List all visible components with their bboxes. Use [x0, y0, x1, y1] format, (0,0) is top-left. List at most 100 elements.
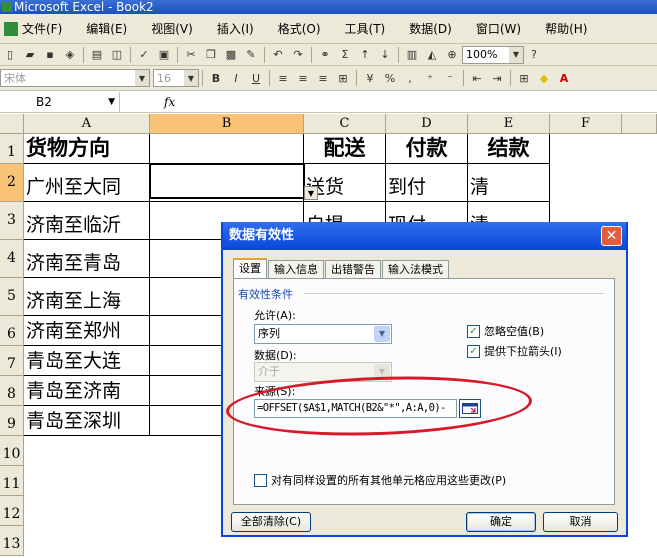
permission-icon[interactable]: ◈ — [61, 46, 79, 64]
copy-icon[interactable]: ❐ — [202, 46, 220, 64]
column-header-d[interactable]: D — [386, 114, 468, 134]
save-icon[interactable]: ▪ — [41, 46, 59, 64]
paste-icon[interactable]: ▩ — [222, 46, 240, 64]
row-header-7[interactable]: 7 — [0, 346, 24, 376]
column-header-g[interactable] — [622, 114, 657, 134]
cell-a3[interactable]: 济南至临沂 — [24, 202, 150, 240]
row-header-4[interactable]: 4 — [0, 240, 24, 278]
tab-ime-mode[interactable]: 输入法模式 — [382, 260, 449, 278]
menu-view[interactable]: 视图(V) — [151, 20, 193, 37]
font-color-icon[interactable]: A — [555, 69, 573, 87]
chevron-down-icon[interactable]: ▼ — [135, 70, 149, 86]
workbook-icon[interactable] — [4, 21, 18, 36]
chevron-down-icon[interactable]: ▼ — [374, 326, 390, 342]
cell-dropdown-button[interactable]: ▼ — [304, 186, 318, 200]
align-left-icon[interactable]: ≡ — [274, 69, 292, 87]
checkmark-icon[interactable]: ✓ — [467, 324, 480, 338]
column-header-a[interactable]: A — [24, 114, 150, 134]
checkbox-empty-icon[interactable] — [254, 473, 267, 487]
align-center-icon[interactable]: ≡ — [294, 69, 312, 87]
print-icon[interactable]: ▤ — [88, 46, 106, 64]
cell-a4[interactable]: 济南至青岛 — [24, 240, 150, 278]
increase-decimal-icon[interactable]: ⁺ — [421, 69, 439, 87]
borders-icon[interactable]: ⊞ — [515, 69, 533, 87]
row-header-8[interactable]: 8 — [0, 376, 24, 406]
row-header-11[interactable]: 11 — [0, 466, 24, 496]
menu-edit[interactable]: 编辑(E) — [86, 20, 127, 37]
cell-d2[interactable]: 到付 — [386, 164, 468, 202]
column-header-c[interactable]: C — [304, 114, 386, 134]
cell-a2[interactable]: 广州至大同 — [24, 164, 150, 202]
font-name-select[interactable]: 宋体 ▼ — [0, 69, 150, 87]
fx-icon[interactable]: fx — [164, 95, 175, 109]
tab-settings[interactable]: 设置 — [233, 258, 267, 278]
name-box[interactable]: B2 ▼ — [0, 91, 120, 112]
row-header-2[interactable]: 2 — [0, 164, 24, 202]
new-icon[interactable]: ▯ — [1, 46, 19, 64]
print-preview-icon[interactable]: ◫ — [108, 46, 126, 64]
fill-color-icon[interactable]: ◆ — [535, 69, 553, 87]
sort-descending-icon[interactable]: ↓ — [376, 46, 394, 64]
cell-a8[interactable]: 青岛至济南 — [24, 376, 150, 406]
merge-center-icon[interactable]: ⊞ — [334, 69, 352, 87]
allow-select[interactable]: 序列 ▼ — [254, 324, 392, 344]
ignore-blank-checkbox[interactable]: ✓ 忽略空值(B) — [467, 323, 544, 339]
cell-a9[interactable]: 青岛至深圳 — [24, 406, 150, 436]
source-input[interactable]: =OFFSET($A$1,MATCH(B2&"*",A:A,0)- — [254, 399, 457, 418]
underline-icon[interactable]: U — [247, 69, 265, 87]
help-icon[interactable]: ? — [525, 46, 543, 64]
close-icon[interactable]: ✕ — [601, 226, 622, 246]
column-header-f[interactable]: F — [550, 114, 622, 134]
checkmark-icon[interactable]: ✓ — [467, 344, 480, 358]
ok-button[interactable]: 确定 — [466, 512, 536, 532]
chevron-down-icon[interactable]: ▼ — [509, 46, 523, 63]
italic-icon[interactable]: I — [227, 69, 245, 87]
spelling-icon[interactable]: ✓ — [135, 46, 153, 64]
cell-a5[interactable]: 济南至上海 — [24, 278, 150, 316]
autosum-icon[interactable]: Σ — [336, 46, 354, 64]
row-header-9[interactable]: 9 — [0, 406, 24, 436]
hyperlink-icon[interactable]: ⚭ — [316, 46, 334, 64]
menu-format[interactable]: 格式(O) — [278, 20, 321, 37]
dropdown-arrow-checkbox[interactable]: ✓ 提供下拉箭头(I) — [467, 343, 562, 359]
percent-icon[interactable]: % — [381, 69, 399, 87]
font-size-select[interactable]: 16 ▼ — [153, 69, 199, 87]
cell-b1[interactable] — [150, 134, 304, 164]
cell-a6[interactable]: 济南至郑州 — [24, 316, 150, 346]
tab-error-alert[interactable]: 出错警告 — [325, 260, 381, 278]
row-header-6[interactable]: 6 — [0, 316, 24, 346]
currency-icon[interactable]: ¥ — [361, 69, 379, 87]
research-icon[interactable]: ▣ — [155, 46, 173, 64]
zoom-select[interactable]: 100% ▼ — [462, 45, 524, 64]
cell-c1[interactable]: 配送 — [304, 134, 386, 164]
cell-e1[interactable]: 结款 — [468, 134, 550, 164]
align-right-icon[interactable]: ≡ — [314, 69, 332, 87]
decrease-indent-icon[interactable]: ⇤ — [468, 69, 486, 87]
menu-file[interactable]: 文件(F) — [22, 20, 62, 37]
row-header-10[interactable]: 10 — [0, 436, 24, 466]
collapse-dialog-button[interactable] — [459, 399, 481, 418]
redo-icon[interactable]: ↷ — [289, 46, 307, 64]
increase-indent-icon[interactable]: ⇥ — [488, 69, 506, 87]
row-header-13[interactable]: 13 — [0, 526, 24, 556]
row-header-3[interactable]: 3 — [0, 202, 24, 240]
menu-data[interactable]: 数据(D) — [409, 20, 452, 37]
column-header-b[interactable]: B — [150, 114, 304, 134]
cut-icon[interactable]: ✂ — [182, 46, 200, 64]
tab-input-message[interactable]: 输入信息 — [268, 260, 324, 278]
chevron-down-icon[interactable]: ▼ — [108, 92, 115, 112]
apply-all-checkbox[interactable]: 对有同样设置的所有其他单元格应用这些更改(P) — [254, 472, 506, 488]
menu-help[interactable]: 帮助(H) — [545, 20, 587, 37]
zoom-icon[interactable]: ⊕ — [443, 46, 461, 64]
cell-a1[interactable]: 货物方向 — [24, 134, 150, 164]
chevron-down-icon[interactable]: ▼ — [184, 70, 198, 86]
column-header-e[interactable]: E — [468, 114, 550, 134]
cell-d1[interactable]: 付款 — [386, 134, 468, 164]
menu-window[interactable]: 窗口(W) — [476, 20, 521, 37]
comma-style-icon[interactable]: , — [401, 69, 419, 87]
row-header-1[interactable]: 1 — [0, 134, 24, 164]
cell-e2[interactable]: 清 — [468, 164, 550, 202]
chart-wizard-icon[interactable]: ▥ — [403, 46, 421, 64]
select-all-corner[interactable] — [0, 114, 24, 134]
menu-tools[interactable]: 工具(T) — [345, 20, 386, 37]
